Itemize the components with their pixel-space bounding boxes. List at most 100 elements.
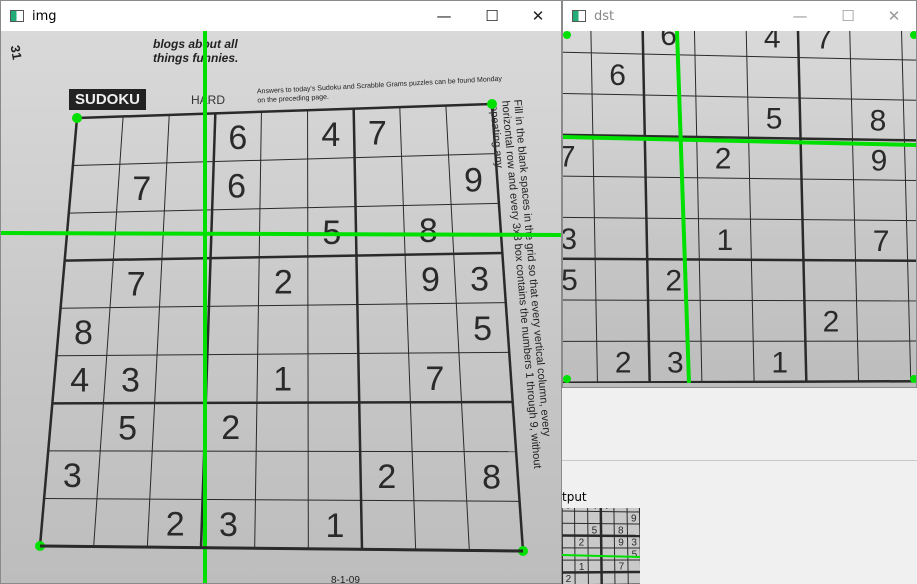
output-label: tput [562,490,587,504]
grid-row-line [72,153,496,167]
window-app-icon [10,10,24,22]
grid-digit: 8 [74,314,93,352]
grid-col-line [641,31,651,383]
grid-digit: 7 [425,360,444,398]
grid-digit: 3 [63,457,82,495]
grid-col-line [796,31,808,382]
grid-digit: 3 [631,538,637,549]
grid-row-line [563,93,916,101]
grid-digit: 7 [816,31,833,56]
grid-digit: 9 [464,161,483,199]
grid-digit: 6 [609,59,626,92]
grid-digit: 4 [321,116,340,154]
grid-col-line [93,116,124,547]
grid-digit: 2 [377,458,396,496]
grid-digit: 5 [632,550,638,561]
grid-digit: 2 [665,265,682,298]
warped-grid: 64776958729385431752328231 [563,31,916,383]
dst-canvas[interactable]: 64776958729385431752328231 [563,31,916,387]
grid-col-line [901,31,912,382]
grid-row-line [52,400,513,405]
grid-digit: 7 [619,562,625,573]
grid-digit: 6 [660,31,677,52]
grid-digit: 4 [764,31,781,54]
corner-marker-dot [72,113,82,123]
grid-digit: 5 [766,103,783,136]
corner-marker-dot [563,375,571,383]
grid-digit: 7 [132,170,151,208]
grid-col-line [254,111,262,549]
grid-digit: 6 [228,119,247,157]
grid-digit: 5 [563,264,578,297]
grid-digit: 1 [273,361,292,399]
grid-col-line [352,108,364,550]
grid-digit: 9 [618,538,624,549]
maximize-button[interactable]: ☐ [469,1,515,31]
grid-row-line [563,299,916,302]
grid-col-line [399,107,417,550]
grid-digit: 6 [565,508,571,512]
grid-row-line [563,216,916,222]
dst-titlebar[interactable]: dst — ☐ ✕ [563,1,916,31]
grid-digit: 5 [473,310,492,348]
grid-digit: 1 [771,346,788,379]
close-button[interactable]: ✕ [515,1,561,31]
grid-row-line [48,450,517,453]
grid-digit: 3 [667,347,684,380]
sudoku-grid-overlay: 64776958729385431752328231 [1,31,561,583]
grid-row-line [44,497,520,502]
dst-window[interactable]: dst — ☐ ✕ 64776958729385431752328231 [562,0,917,388]
corner-marker-dot [910,31,916,39]
grid-row-line [563,379,916,383]
divider [562,460,917,461]
grid-digit: 1 [717,224,734,257]
grid-col-line [849,31,860,382]
grid-digit: 2 [823,306,840,339]
grid-row-line [64,251,503,262]
grid-col-line [307,110,309,549]
grid-digit: 9 [631,514,637,525]
grid-digit: 7 [127,266,146,304]
img-titlebar[interactable]: img — ☐ ✕ [1,1,561,31]
output-area: tput 64776958729385431752328231 [562,388,917,584]
grid-digit: 8 [482,459,501,497]
grid-digit: 8 [870,104,887,137]
grid-col-line [590,31,598,383]
grid-digit: 2 [579,537,585,548]
maximize-button[interactable]: ☐ [825,1,871,31]
grid-digit: 8 [618,525,624,536]
corner-marker-dot [563,31,571,39]
img-window[interactable]: img — ☐ ✕ blogs about all things funnies… [0,0,562,584]
grid-digit: 5 [592,525,598,536]
grid-col-line [745,31,755,382]
dst-window-title: dst [594,8,615,24]
grid-digit: 7 [368,115,387,153]
minimize-button[interactable]: — [421,1,467,31]
grid-row-line [76,102,493,120]
grid-digit: 5 [118,409,137,447]
grid-digit: 3 [121,361,140,399]
grid-digit: 7 [873,225,890,258]
corner-marker-dot [487,99,497,109]
grid-digit: 9 [421,261,440,299]
horizontal-marker-line [1,231,561,237]
grid-row-line [56,351,510,357]
grid-digit: 2 [221,409,240,447]
grid-digit: 7 [605,508,611,512]
grid-digit: 3 [219,506,238,544]
img-canvas[interactable]: blogs about all things funnies. 31 SUDOK… [1,31,561,583]
img-window-title: img [32,8,57,24]
grid-digit: 3 [470,260,489,298]
grid-digit: 2 [715,143,732,176]
grid-digit: 2 [566,574,572,584]
grid-row-line [563,175,916,181]
grid-digit: 4 [70,362,89,400]
minimize-button[interactable]: — [777,1,823,31]
close-button[interactable]: ✕ [871,1,916,31]
grid-digit: 2 [274,263,293,301]
grid-digit: 8 [419,212,438,250]
vertical-marker-line [675,31,691,383]
grid-bottom-edge [39,544,524,553]
output-thumbnail: 64776958729385431752328231 [562,508,640,584]
grid-digit: 2 [615,347,632,380]
